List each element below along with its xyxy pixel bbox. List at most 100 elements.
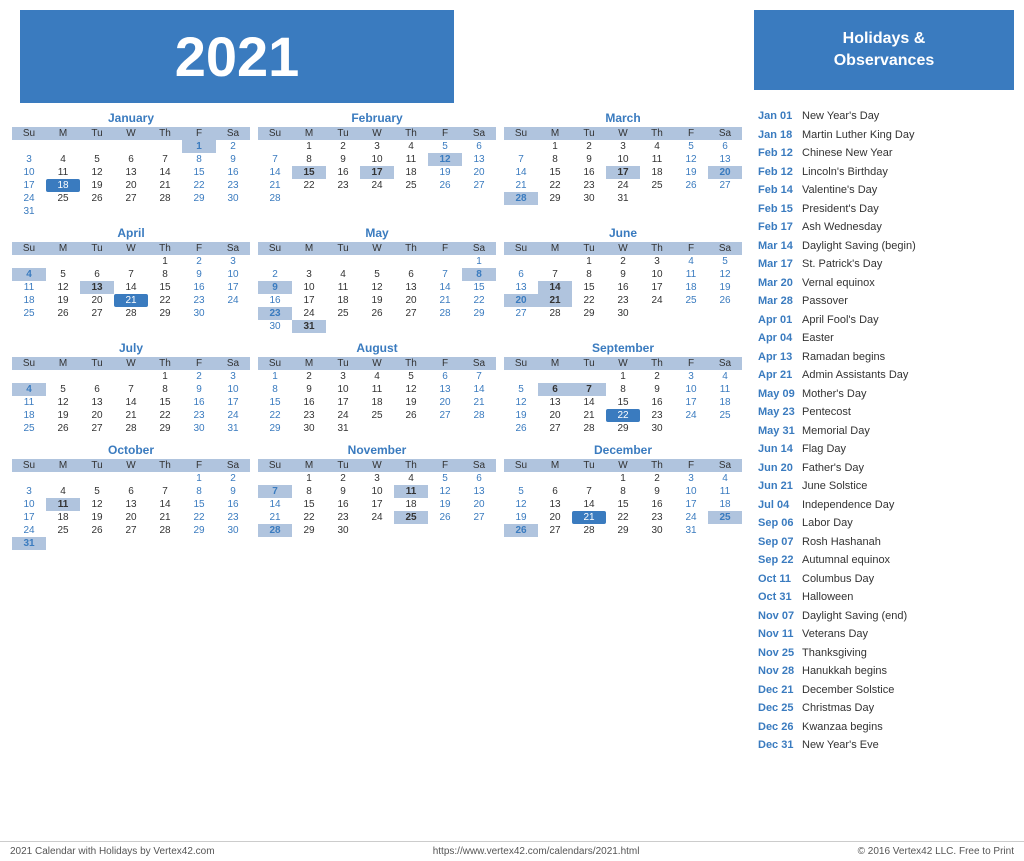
day[interactable]: 14 (538, 281, 572, 294)
day[interactable]: 19 (708, 281, 742, 294)
day[interactable]: 28 (572, 524, 606, 537)
day[interactable]: 15 (538, 166, 572, 179)
day[interactable]: 5 (46, 383, 80, 396)
day[interactable]: 8 (148, 383, 182, 396)
day[interactable]: 15 (292, 498, 326, 511)
day[interactable]: 8 (258, 383, 292, 396)
day[interactable]: 8 (148, 268, 182, 281)
day[interactable]: 20 (538, 409, 572, 422)
day[interactable]: 30 (216, 192, 250, 205)
day[interactable]: 12 (674, 153, 708, 166)
day[interactable]: 24 (326, 409, 360, 422)
day[interactable]: 13 (80, 281, 114, 294)
day[interactable]: 4 (12, 383, 46, 396)
day[interactable]: 7 (462, 370, 496, 383)
day[interactable]: 4 (12, 268, 46, 281)
day[interactable]: 10 (360, 485, 394, 498)
day[interactable]: 16 (216, 166, 250, 179)
day[interactable]: 13 (114, 166, 148, 179)
day[interactable]: 25 (640, 179, 674, 192)
day[interactable]: 24 (12, 192, 46, 205)
day[interactable]: 4 (708, 472, 742, 485)
day[interactable]: 5 (360, 268, 394, 281)
day[interactable]: 27 (114, 192, 148, 205)
day[interactable]: 7 (114, 268, 148, 281)
day[interactable]: 9 (572, 153, 606, 166)
day[interactable]: 17 (326, 396, 360, 409)
day[interactable]: 3 (674, 472, 708, 485)
day[interactable]: 17 (674, 498, 708, 511)
day[interactable]: 28 (572, 422, 606, 435)
day[interactable]: 30 (640, 422, 674, 435)
day[interactable]: 26 (80, 524, 114, 537)
day[interactable]: 30 (182, 307, 216, 320)
day[interactable]: 29 (606, 422, 640, 435)
day[interactable]: 14 (148, 498, 182, 511)
day[interactable]: 30 (292, 422, 326, 435)
day[interactable]: 20 (504, 294, 538, 307)
day[interactable]: 26 (708, 294, 742, 307)
day[interactable]: 8 (182, 153, 216, 166)
day[interactable]: 12 (80, 498, 114, 511)
day[interactable]: 3 (326, 370, 360, 383)
day[interactable]: 27 (708, 179, 742, 192)
day[interactable]: 1 (258, 370, 292, 383)
day[interactable]: 27 (462, 179, 496, 192)
day[interactable]: 12 (46, 281, 80, 294)
day[interactable]: 22 (606, 511, 640, 524)
day[interactable]: 9 (216, 153, 250, 166)
day[interactable]: 20 (80, 294, 114, 307)
day[interactable]: 2 (216, 472, 250, 485)
day[interactable]: 20 (538, 511, 572, 524)
day[interactable]: 11 (360, 383, 394, 396)
day[interactable]: 27 (504, 307, 538, 320)
day[interactable]: 29 (148, 422, 182, 435)
day[interactable]: 7 (148, 153, 182, 166)
day[interactable]: 8 (606, 485, 640, 498)
day[interactable]: 3 (360, 472, 394, 485)
day[interactable]: 3 (292, 268, 326, 281)
day[interactable]: 10 (12, 498, 46, 511)
day[interactable]: 3 (606, 140, 640, 153)
day[interactable]: 10 (12, 166, 46, 179)
day[interactable]: 25 (394, 511, 428, 524)
day[interactable]: 14 (572, 498, 606, 511)
day[interactable]: 19 (80, 511, 114, 524)
day[interactable]: 29 (182, 192, 216, 205)
day[interactable]: 11 (708, 383, 742, 396)
day[interactable]: 24 (12, 524, 46, 537)
day[interactable]: 28 (504, 192, 538, 205)
day[interactable]: 28 (462, 409, 496, 422)
day[interactable]: 7 (572, 485, 606, 498)
day[interactable]: 7 (258, 485, 292, 498)
day[interactable]: 11 (46, 498, 80, 511)
day[interactable]: 2 (292, 370, 326, 383)
day[interactable]: 10 (674, 485, 708, 498)
day[interactable]: 6 (80, 268, 114, 281)
day[interactable]: 5 (394, 370, 428, 383)
day[interactable]: 29 (606, 524, 640, 537)
day[interactable]: 7 (538, 268, 572, 281)
day[interactable]: 4 (394, 472, 428, 485)
day[interactable]: 15 (292, 166, 326, 179)
day[interactable]: 27 (538, 422, 572, 435)
day[interactable]: 6 (394, 268, 428, 281)
day[interactable]: 21 (258, 511, 292, 524)
day[interactable]: 1 (606, 472, 640, 485)
day[interactable]: 12 (428, 485, 462, 498)
day[interactable]: 31 (12, 205, 46, 218)
day[interactable]: 26 (360, 307, 394, 320)
day[interactable]: 16 (606, 281, 640, 294)
day[interactable]: 1 (292, 140, 326, 153)
day[interactable]: 31 (606, 192, 640, 205)
day[interactable]: 3 (360, 140, 394, 153)
day[interactable]: 10 (674, 383, 708, 396)
day[interactable]: 11 (12, 396, 46, 409)
day[interactable]: 23 (258, 307, 292, 320)
day[interactable]: 12 (46, 396, 80, 409)
day[interactable]: 25 (360, 409, 394, 422)
day[interactable]: 5 (428, 140, 462, 153)
day[interactable]: 15 (258, 396, 292, 409)
day[interactable]: 22 (182, 511, 216, 524)
day[interactable]: 4 (640, 140, 674, 153)
